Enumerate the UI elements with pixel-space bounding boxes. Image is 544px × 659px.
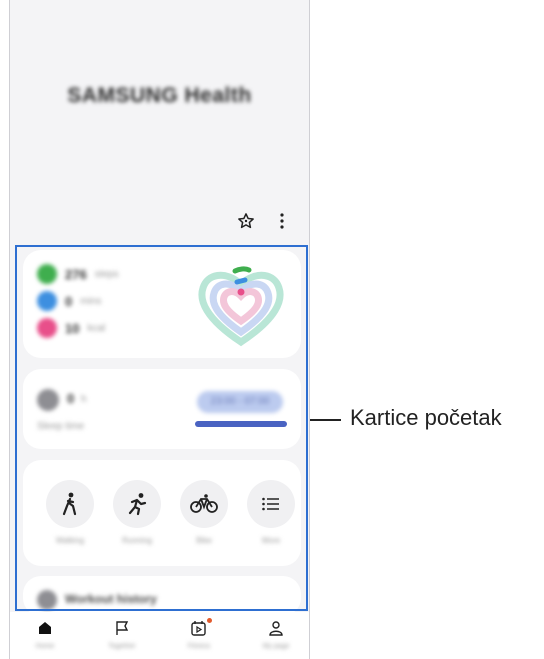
callout-label: Kartice početak (350, 405, 502, 430)
more-options-icon[interactable] (271, 210, 293, 232)
fitness-icon (191, 621, 206, 636)
nav-fitness-label: Fitness (187, 643, 211, 650)
nav-home[interactable]: Home (15, 620, 75, 650)
nav-fitness[interactable]: Fitness (169, 618, 229, 650)
person-icon (269, 621, 283, 636)
flag-icon (116, 621, 129, 635)
nav-together[interactable]: Together (92, 620, 152, 650)
nav-my-page[interactable]: My page (246, 620, 306, 650)
top-actions (235, 210, 293, 232)
app-title: SAMSUNG Health (67, 84, 252, 107)
cards-highlight-frame (15, 245, 308, 611)
nav-together-label: Together (108, 643, 136, 650)
bottom-navigation: Home Together Fitness My page (10, 612, 309, 659)
nav-my-page-label: My page (262, 643, 290, 650)
favorite-star-icon[interactable] (235, 210, 257, 232)
notification-dot (207, 618, 212, 623)
callout-line (310, 419, 341, 421)
home-icon (39, 622, 51, 634)
nav-home-label: Home (35, 643, 55, 650)
